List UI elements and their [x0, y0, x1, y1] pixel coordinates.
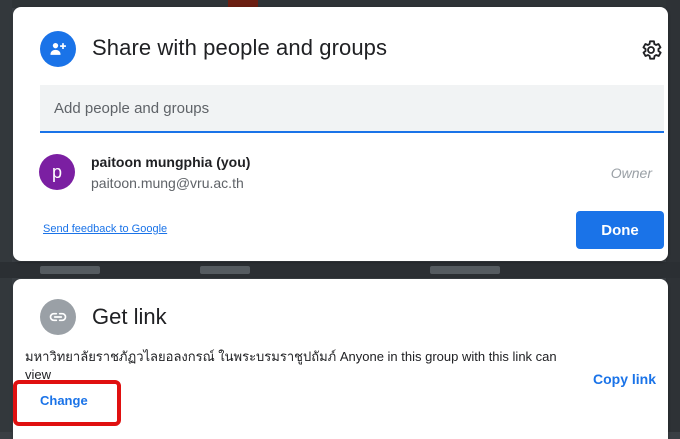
background-shape [40, 266, 100, 274]
background-strip-left [0, 0, 12, 432]
person-add-glyph [50, 43, 66, 55]
send-feedback-link[interactable]: Send feedback to Google [43, 223, 167, 235]
copy-link-button[interactable]: Copy link [593, 371, 656, 387]
add-people-field[interactable] [40, 85, 664, 133]
person-add-icon [40, 31, 76, 67]
done-button[interactable]: Done [576, 211, 664, 249]
user-role: Owner [610, 165, 652, 181]
user-email: paitoon.mung@vru.ac.th [91, 175, 244, 191]
avatar-letter: p [51, 161, 62, 182]
user-name: paitoon mungphia (you) [91, 154, 251, 170]
background-band [0, 262, 680, 278]
background-shape [200, 266, 250, 274]
background-shape [430, 266, 500, 274]
get-link-title: Get link [92, 304, 167, 329]
gear-icon[interactable] [639, 38, 663, 62]
link-icon [40, 299, 76, 335]
add-people-input[interactable] [40, 85, 664, 131]
share-dialog: Share with people and groups p paitoon m… [13, 7, 668, 261]
highlight-annotation [13, 380, 121, 426]
avatar: p [39, 154, 75, 190]
background-strip-right [666, 0, 680, 432]
link-access-description: มหาวิทยาลัยราชภัฏวไลยอลงกรณ์ ในพระบรมราช… [25, 349, 557, 382]
dialog-title: Share with people and groups [92, 35, 388, 60]
